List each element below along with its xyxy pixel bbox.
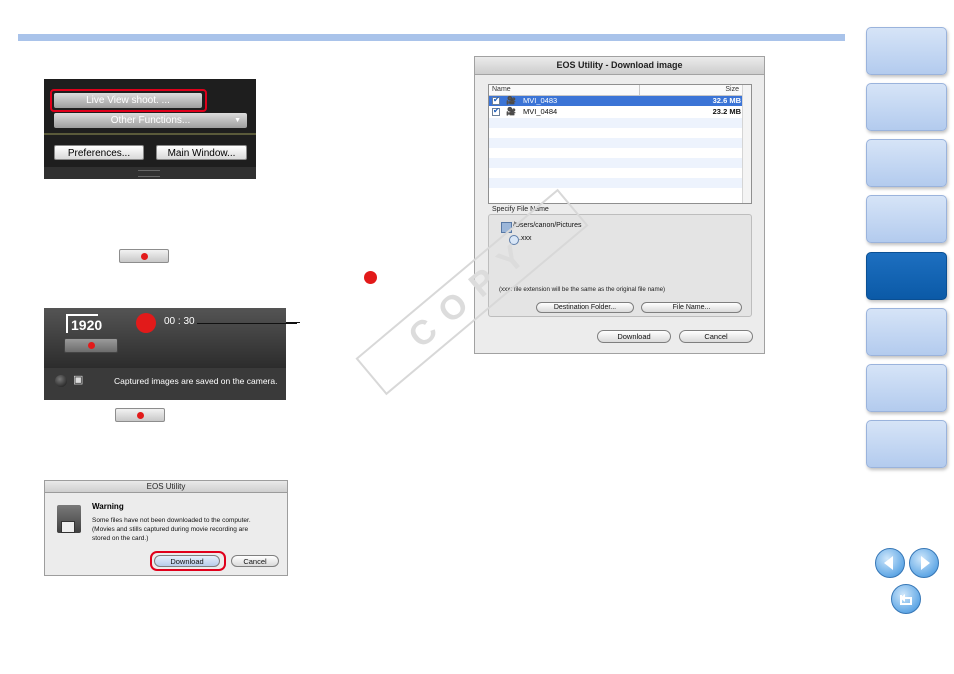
file-name: MVI_0483: [523, 96, 558, 105]
message-line: stored on the card.): [92, 535, 149, 542]
file-size: 23.2 MB: [712, 107, 741, 116]
warning-dialog: EOS Utility Warning Some files have not …: [44, 480, 288, 576]
empty-row: [489, 138, 751, 148]
file-name: MVI_0484: [523, 107, 558, 116]
cancel-button[interactable]: Cancel: [231, 555, 279, 567]
camera-storage-icon: ▣: [73, 374, 84, 386]
nav-tab-5-active[interactable]: [866, 252, 947, 300]
download-image-dialog: EOS Utility - Download image Name Size 🎥…: [474, 56, 765, 354]
preferences-button[interactable]: Preferences...: [54, 145, 144, 160]
message-line: Some files have not been downloaded to t…: [92, 517, 251, 524]
nav-tab-6[interactable]: [866, 308, 947, 356]
nav-tab-1[interactable]: [866, 27, 947, 75]
prev-page-button[interactable]: [875, 548, 905, 578]
file-list[interactable]: Name Size 🎥 MVI_0483 32.6 MB 🎥 MVI_0484 …: [488, 84, 752, 204]
next-page-button[interactable]: [909, 548, 939, 578]
recording-timer: 00 : 30: [164, 316, 195, 327]
column-divider: [639, 85, 640, 95]
warning-message: Some files have not been downloaded to t…: [92, 516, 251, 543]
resize-grip-icon[interactable]: [138, 170, 160, 177]
warning-heading: Warning: [92, 502, 124, 511]
callout-line: [197, 323, 297, 324]
file-size: 32.6 MB: [712, 96, 741, 105]
arrow-left-icon: [884, 556, 893, 570]
message-line: (Movies and stills captured during movie…: [92, 526, 249, 533]
other-functions-label: Other Functions...: [110, 115, 191, 126]
header-accent-bar: [18, 34, 845, 41]
empty-row: [489, 158, 751, 168]
status-indicator-icon: [55, 375, 67, 387]
live-view-window: 1920 00 : 30 ▣ Captured images are saved…: [44, 308, 297, 400]
scrollbar[interactable]: [742, 85, 751, 203]
nav-tab-3[interactable]: [866, 139, 947, 187]
chevron-down-icon: ▼: [234, 117, 241, 124]
record-dot-icon: [137, 412, 144, 419]
dialog-title: EOS Utility - Download image: [475, 57, 764, 75]
resolution-icon: 1920: [66, 314, 102, 333]
nav-tab-2[interactable]: [866, 83, 947, 131]
empty-row: [489, 118, 751, 128]
record-indicator-icon: [364, 271, 377, 284]
download-button[interactable]: Download: [597, 330, 671, 343]
nav-tab-7[interactable]: [866, 364, 947, 412]
arrow-right-icon: [921, 556, 930, 570]
checkbox[interactable]: [492, 106, 500, 116]
movie-file-icon: 🎥: [506, 107, 516, 116]
nav-tab-8[interactable]: [866, 420, 947, 468]
dialog-title: EOS Utility: [45, 481, 287, 493]
divider: [44, 133, 256, 135]
extension-note: (xxx: file extension will be the same as…: [499, 286, 666, 293]
highlight-box: [150, 551, 226, 571]
movie-file-icon: 🎥: [506, 96, 516, 105]
eos-utility-main-panel: Live View shoot. ... Other Functions... …: [44, 79, 256, 179]
other-functions-dropdown[interactable]: Other Functions... ▼: [54, 113, 247, 128]
record-stop-button[interactable]: [64, 338, 118, 353]
file-name-button[interactable]: File Name...: [641, 302, 742, 313]
recording-dot-icon: [136, 313, 156, 333]
file-row-selected[interactable]: 🎥 MVI_0483 32.6 MB: [489, 95, 751, 106]
nav-tab-4[interactable]: [866, 195, 947, 243]
list-header: Name Size: [489, 85, 751, 96]
main-window-button[interactable]: Main Window...: [156, 145, 247, 160]
return-button[interactable]: [891, 584, 921, 614]
callout-line-ext: [286, 322, 300, 323]
empty-row: [489, 178, 751, 188]
movie-stop-button[interactable]: [115, 408, 165, 422]
movie-record-button[interactable]: [119, 249, 169, 263]
camera-icon: [61, 521, 75, 533]
return-icon: [900, 594, 912, 605]
column-name-header[interactable]: Name: [492, 86, 511, 93]
cancel-button[interactable]: Cancel: [679, 330, 753, 343]
destination-folder-button[interactable]: Destination Folder...: [536, 302, 634, 313]
status-text: Captured images are saved on the camera.: [114, 376, 278, 386]
checkbox[interactable]: [492, 95, 500, 105]
column-size-header[interactable]: Size: [725, 86, 739, 93]
file-row[interactable]: 🎥 MVI_0484 23.2 MB: [489, 106, 751, 117]
record-dot-icon: [141, 253, 148, 260]
record-dot-icon: [88, 342, 95, 349]
highlight-box: [50, 89, 207, 112]
